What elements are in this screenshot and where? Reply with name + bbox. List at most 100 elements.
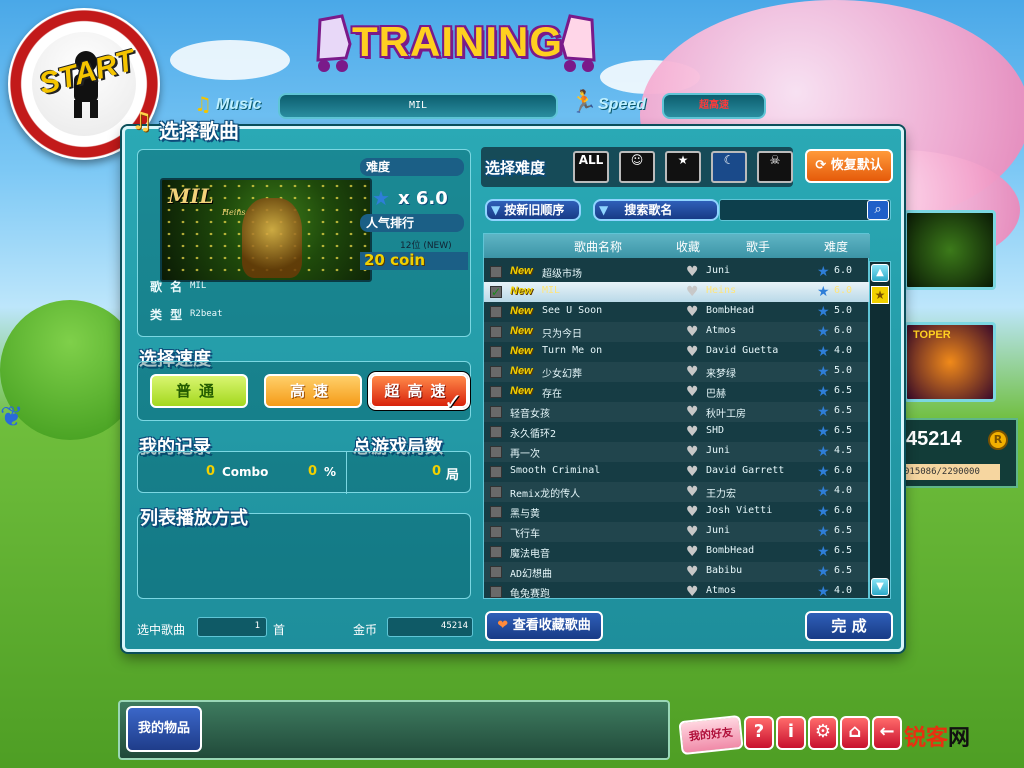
row-checkbox[interactable] [490, 546, 502, 558]
table-row[interactable]: New 少女幻葬 ♥ 来梦绿 ★ 5.0 [484, 362, 870, 382]
help-icon[interactable]: ? [744, 716, 774, 750]
row-checkbox[interactable] [490, 426, 502, 438]
row-song-name: 再一次 [510, 449, 540, 460]
table-row[interactable]: 永久循环2 ♥ SHD ★ 6.5 [484, 422, 870, 442]
table-row[interactable]: ✓ New MIL ♥ Heins ★ 6.0 [484, 282, 870, 302]
row-checkbox[interactable]: ✓ [490, 286, 502, 298]
row-checkbox[interactable] [490, 366, 502, 378]
favorite-heart-icon[interactable]: ♥ [686, 584, 702, 600]
new-badge: New [510, 365, 533, 377]
table-row[interactable]: New 存在 ♥ 巴赫 ★ 6.5 [484, 382, 870, 402]
scroll-thumb[interactable]: ★ [871, 286, 889, 304]
speed-normal-button[interactable]: 普通 [150, 374, 248, 408]
back-icon[interactable]: ← [872, 716, 902, 750]
star-icon: ★ [817, 444, 830, 460]
row-song-name: MIL [542, 285, 561, 296]
my-friends-button[interactable]: 我的好友 [678, 714, 744, 756]
difficulty-hard-button[interactable]: ☾ [711, 151, 747, 183]
search-label: 搜索歌名 [624, 203, 673, 217]
scroll-up-button[interactable]: ▲ [871, 264, 889, 282]
row-difficulty: 6.5 [834, 405, 853, 416]
records-box: 0 Combo 0 % 0 局 [137, 451, 471, 494]
song-select-panel: ♫ 选择歌曲 MIL Heins 难度 ★ x 6.0 人气排行 12位 (NE… [122, 107, 904, 652]
row-checkbox[interactable] [490, 486, 502, 498]
favorite-heart-icon[interactable]: ♥ [686, 444, 702, 460]
games-unit: 局 [446, 468, 460, 483]
view-favorites-button[interactable]: ❤ 查看收藏歌曲 [485, 611, 603, 641]
settings-icon[interactable]: ⚙ [808, 716, 838, 750]
row-singer: 秋叶工房 [706, 409, 746, 420]
row-checkbox[interactable] [490, 466, 502, 478]
done-button[interactable]: 完 成 [805, 611, 893, 641]
table-row[interactable]: New See U Soon ♥ BombHead ★ 5.0 [484, 302, 870, 322]
difficulty-easy-button[interactable]: ☺ [619, 151, 655, 183]
table-row[interactable]: Smooth Criminal ♥ David Garrett ★ 6.0 [484, 462, 870, 482]
row-song-name: 少女幻葬 [542, 369, 582, 380]
difficulty-value: x 6.0 [398, 188, 448, 209]
row-checkbox[interactable] [490, 446, 502, 458]
speed-fast-button[interactable]: 高速 [264, 374, 362, 408]
difficulty-expert-button[interactable]: ☠ [757, 151, 793, 183]
row-singer: BombHead [706, 545, 755, 556]
table-row[interactable]: 魔法电音 ♥ BombHead ★ 6.5 [484, 542, 870, 562]
row-song-name: 存在 [542, 389, 562, 400]
coin-text: 20 coin [364, 251, 426, 269]
row-checkbox[interactable] [490, 346, 502, 358]
music-label: Music [216, 96, 262, 113]
favorite-heart-icon[interactable]: ♥ [686, 564, 702, 580]
row-checkbox[interactable] [490, 586, 502, 598]
favorite-heart-icon[interactable]: ♥ [686, 264, 702, 280]
popularity-label: 人气排行 [360, 214, 464, 232]
table-row[interactable]: Remix龙的传人 ♥ 王力宏 ★ 4.0 [484, 482, 870, 502]
table-row[interactable]: 轻音女孩 ♥ 秋叶工房 ★ 6.5 [484, 402, 870, 422]
table-row[interactable]: 再一次 ♥ Juni ★ 4.5 [484, 442, 870, 462]
row-checkbox[interactable] [490, 306, 502, 318]
favorite-heart-icon[interactable]: ♥ [686, 504, 702, 520]
table-row[interactable]: 龟兔赛跑 ♥ Atmos ★ 4.0 [484, 582, 870, 602]
coin-bar: 20 coin [360, 251, 468, 270]
table-row[interactable]: New Turn Me on ♥ David Guetta ★ 4.0 [484, 342, 870, 362]
search-input[interactable] [719, 199, 891, 221]
select-difficulty-title: 选择难度 [485, 159, 546, 177]
favorite-heart-icon[interactable]: ♥ [686, 524, 702, 540]
new-badge: New [510, 325, 533, 337]
favorite-heart-icon[interactable]: ♥ [686, 364, 702, 380]
favorite-heart-icon[interactable]: ♥ [686, 344, 702, 360]
row-checkbox[interactable] [490, 566, 502, 578]
favorite-heart-icon[interactable]: ♥ [686, 404, 702, 420]
favorite-heart-icon[interactable]: ♥ [686, 324, 702, 340]
row-checkbox[interactable] [490, 506, 502, 518]
row-checkbox[interactable] [490, 326, 502, 338]
row-song-name: See U Soon [542, 305, 603, 316]
row-checkbox[interactable] [490, 526, 502, 538]
home-icon[interactable]: ⌂ [840, 716, 870, 750]
star-icon: ★ [817, 544, 830, 560]
table-row[interactable]: 黑与黄 ♥ Josh Vietti ★ 6.0 [484, 502, 870, 522]
favorite-heart-icon[interactable]: ♥ [686, 544, 702, 560]
scroll-down-button[interactable]: ▼ [871, 578, 889, 596]
favorite-heart-icon[interactable]: ♥ [686, 384, 702, 400]
info-icon[interactable]: i [776, 716, 806, 750]
row-checkbox[interactable] [490, 386, 502, 398]
table-row[interactable]: 飞行车 ♥ Juni ★ 6.5 [484, 522, 870, 542]
favorite-heart-icon[interactable]: ♥ [686, 464, 702, 480]
favorite-heart-icon[interactable]: ♥ [686, 284, 702, 300]
table-row[interactable]: AD幻想曲 ♥ Babibu ★ 6.5 [484, 562, 870, 582]
my-items-button[interactable]: 我的物品 [126, 706, 202, 752]
heart-icon: ❤ [497, 618, 509, 633]
table-row[interactable]: New 只为今日 ♥ Atmos ★ 6.0 [484, 322, 870, 342]
difficulty-all-button[interactable]: ALL [573, 151, 609, 183]
select-song-title: 选择歌曲 [159, 119, 239, 143]
song-info-box: MIL Heins 难度 ★ x 6.0 人气排行 12位 (NEW) 20 c… [137, 149, 471, 337]
table-scrollbar[interactable]: ▲ ★ ▼ [869, 261, 891, 599]
reset-default-button[interactable]: ⟳ 恢复默认 [805, 149, 893, 183]
row-checkbox[interactable] [490, 406, 502, 418]
table-row[interactable]: New 超级市场 ♥ Juni ★ 6.0 [484, 262, 870, 282]
sort-by-new-button[interactable]: ▼ 按新旧顺序 [485, 199, 581, 221]
favorite-heart-icon[interactable]: ♥ [686, 484, 702, 500]
difficulty-normal-button[interactable]: ★ [665, 151, 701, 183]
row-checkbox[interactable] [490, 266, 502, 278]
search-button[interactable]: ⌕ [867, 200, 889, 220]
favorite-heart-icon[interactable]: ♥ [686, 304, 702, 320]
favorite-heart-icon[interactable]: ♥ [686, 424, 702, 440]
